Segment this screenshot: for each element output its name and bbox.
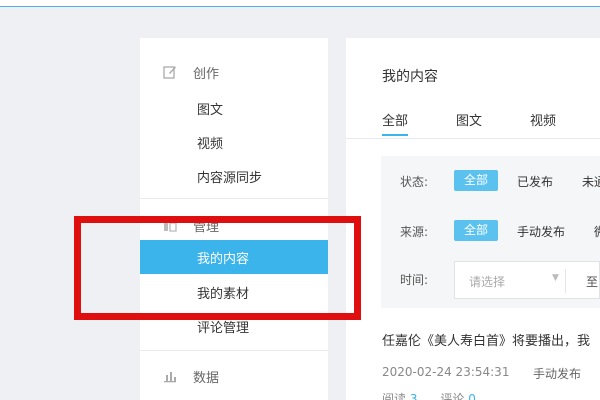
sidebar-item-label: 视频 — [197, 137, 224, 152]
sidebar-section-create: 创作 — [140, 54, 328, 90]
article-date: 2020-02-24 23:54:31 — [382, 365, 510, 379]
page-title: 我的内容 — [382, 69, 438, 85]
read-label: 阅读 — [382, 392, 407, 400]
tab-article[interactable]: 图文 — [456, 110, 482, 129]
date-range-separator — [565, 269, 566, 293]
sidebar-item-content-sync[interactable]: 内容源同步 — [140, 159, 328, 193]
article-stats: 阅读 3 评论 0 — [382, 390, 476, 400]
bar-chart-icon — [164, 372, 176, 383]
highlight-box — [74, 216, 361, 320]
sidebar-section-label: 数据 — [193, 371, 220, 386]
article-title[interactable]: 任嘉伦《美人寿白首》将要播出，我 — [382, 330, 590, 349]
sidebar-divider — [140, 350, 328, 351]
status-filter-published[interactable]: 已发布 — [517, 173, 553, 190]
comment-count: 0 — [468, 392, 476, 400]
sidebar-item-video[interactable]: 视频 — [140, 125, 328, 159]
active-tab-indicator — [382, 134, 408, 136]
main-panel: 我的内容 全部 图文 视频 状态: 全部 已发布 未通 来源: 全部 手动发布 … — [346, 38, 600, 400]
sidebar-item-label: 内容源同步 — [197, 171, 263, 186]
sidebar-item-article[interactable]: 图文 — [140, 91, 328, 125]
edit-icon — [163, 66, 176, 79]
source-filter-other[interactable]: 微 — [594, 223, 600, 240]
date-range-picker[interactable]: 请选择 ▼ 至 — [454, 261, 600, 299]
tab-all[interactable]: 全部 — [382, 110, 408, 129]
time-filter-label: 时间: — [400, 273, 429, 287]
source-filter-manual[interactable]: 手动发布 — [517, 223, 565, 240]
tab-video[interactable]: 视频 — [530, 110, 556, 129]
source-filter-all-chip[interactable]: 全部 — [454, 220, 498, 241]
status-filter-all-chip[interactable]: 全部 — [454, 170, 498, 191]
read-count: 3 — [409, 392, 418, 400]
date-range-to: 至 — [586, 275, 599, 289]
article-source: 手动发布 — [533, 367, 582, 381]
caret-down-icon: ▼ — [552, 273, 559, 283]
sidebar-section-data[interactable]: 数据 — [140, 358, 328, 394]
top-border — [0, 0, 600, 7]
status-filter-unpublished[interactable]: 未通 — [582, 173, 600, 190]
source-filter-label: 来源: — [400, 225, 429, 239]
sidebar-section-label: 创作 — [193, 67, 220, 82]
sidebar-item-label: 图文 — [197, 103, 224, 118]
date-start-placeholder: 请选择 — [469, 275, 506, 289]
comment-label: 评论 — [440, 392, 465, 400]
filter-panel: 状态: 全部 已发布 未通 来源: 全部 手动发布 微 时间: 请选择 ▼ 至 — [381, 156, 600, 308]
sidebar-divider — [140, 198, 328, 199]
status-filter-label: 状态: — [400, 175, 429, 189]
tabs-divider — [346, 138, 600, 139]
